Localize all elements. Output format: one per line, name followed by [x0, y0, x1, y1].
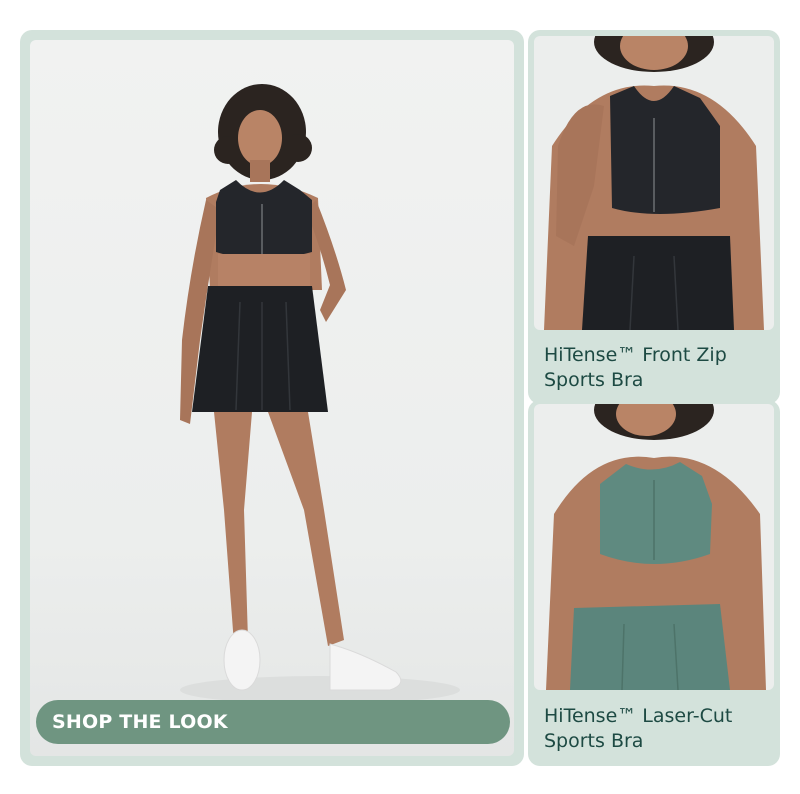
product-title-line2: Sports Bra: [544, 730, 644, 752]
shop-the-look-button[interactable]: SHOP THE LOOK: [36, 700, 510, 744]
product-title-laser-cut[interactable]: HiTense™ Laser-Cut Sports Bra: [534, 704, 774, 754]
product-title-front-zip[interactable]: HiTense™ Front Zip Sports Bra: [534, 343, 774, 393]
product-title-line2: Sports Bra: [544, 369, 644, 391]
green-laser-cut-bra-photo[interactable]: [534, 404, 774, 690]
product-title-line1: HiTense™ Laser-Cut: [544, 705, 733, 727]
black-front-zip-bra-photo[interactable]: [534, 36, 774, 330]
product-title-line1: HiTense™ Front Zip: [544, 344, 727, 366]
model-full-outfit-photo: [30, 40, 514, 756]
